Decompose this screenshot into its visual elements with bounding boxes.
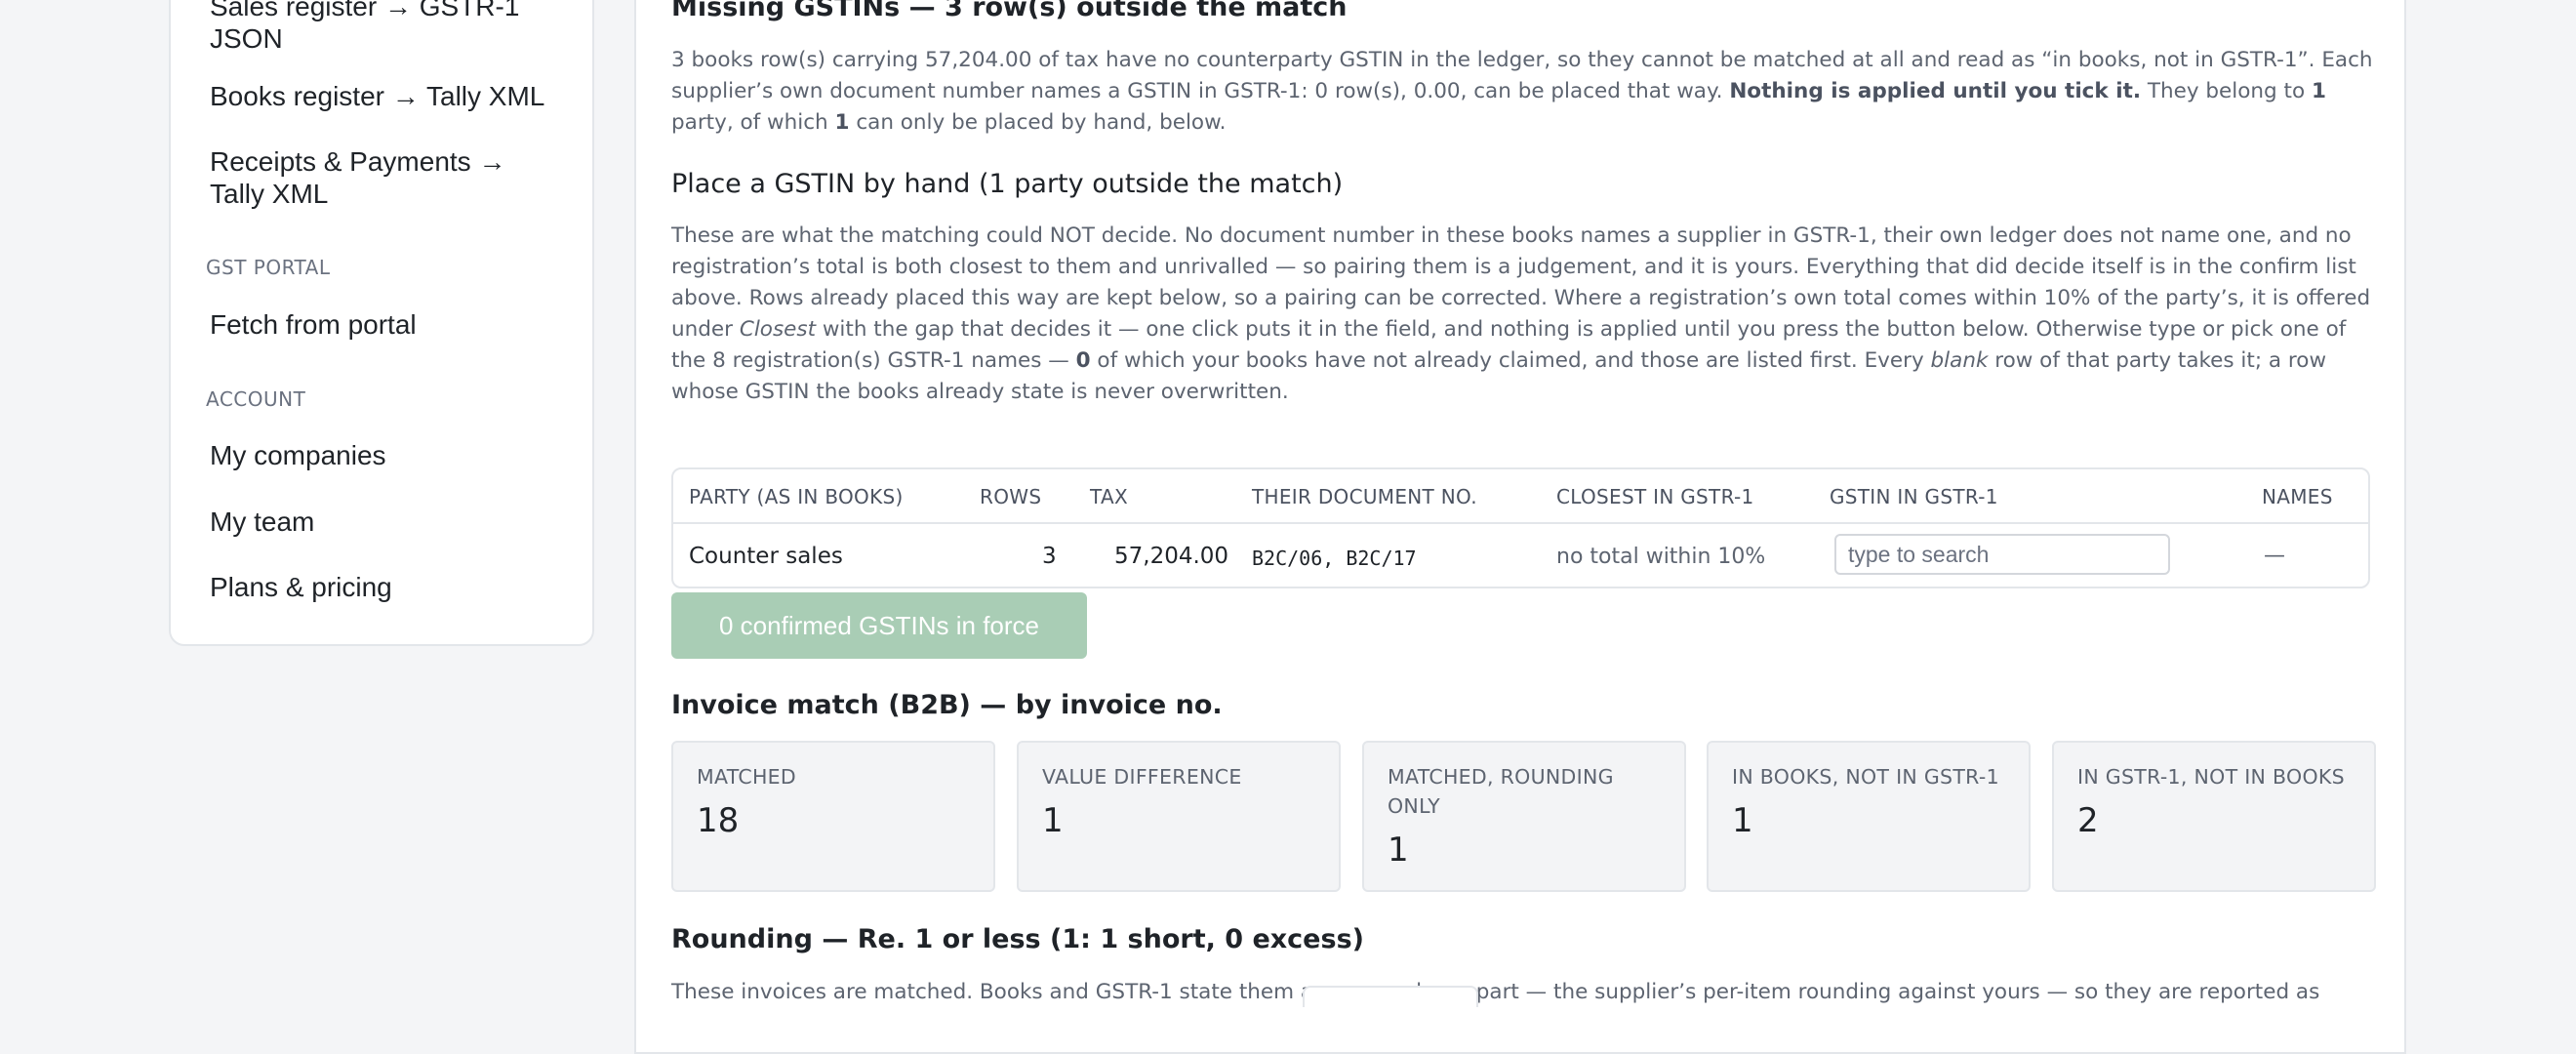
cell-names: — [2264, 544, 2285, 568]
invoice-match-heading: Invoice match (B2B) — by invoice no. [671, 690, 1223, 720]
confirmed-gstins-button[interactable]: 0 confirmed GSTINs in force [671, 592, 1087, 659]
table-divider [673, 522, 2368, 524]
sidebar-item-fetch-from-portal[interactable]: Fetch from portal [210, 308, 561, 341]
sidebar-item-plans-pricing[interactable]: Plans & pricing [210, 571, 561, 603]
sidebar-item-receipts-payments[interactable]: Receipts & Payments → Tally XML [210, 145, 561, 210]
stat-card-rounding-only: MATCHED, ROUNDING ONLY 1 [1362, 741, 1686, 892]
sidebar-item-label: JSON [210, 23, 283, 54]
sidebar-item-my-companies[interactable]: My companies [210, 439, 561, 471]
stat-label: MATCHED, ROUNDING ONLY [1388, 765, 1614, 818]
sidebar-item-books-register[interactable]: Books register → Tally XML [210, 80, 561, 112]
column-header-rows: ROWS [980, 485, 1042, 508]
stat-value: 2 [2077, 801, 2099, 840]
sidebar-item-my-team[interactable]: My team [210, 506, 561, 538]
missing-gstins-description: 3 books row(s) carrying 57,204.00 of tax… [671, 48, 2373, 135]
rounding-heading: Rounding — Re. 1 or less (1: 1 short, 0 … [671, 924, 1364, 954]
column-header-document-no: THEIR DOCUMENT NO. [1252, 485, 1477, 508]
stat-value: 1 [1732, 801, 1753, 840]
place-by-hand-description: These are what the matching could NOT de… [671, 223, 2371, 404]
stat-card-in-gstr1-not-books: IN GSTR-1, NOT IN BOOKS 2 [2052, 741, 2376, 892]
cell-tax: 57,204.00 [1114, 544, 1229, 569]
stat-card-value-difference: VALUE DIFFERENCE 1 [1017, 741, 1341, 892]
main-panel: Missing GSTINs — 3 row(s) outside the ma… [634, 0, 2406, 1054]
stat-value: 1 [1388, 831, 1409, 870]
place-by-hand-heading: Place a GSTIN by hand (1 party outside t… [671, 169, 1344, 199]
gstin-search-input[interactable] [1834, 534, 2170, 575]
missing-gstins-heading: Missing GSTINs — 3 row(s) outside the ma… [671, 0, 1348, 22]
stat-label: VALUE DIFFERENCE [1042, 765, 1242, 789]
cell-party: Counter sales [689, 544, 843, 569]
stat-value: 1 [1042, 801, 1064, 840]
stat-label: IN GSTR-1, NOT IN BOOKS [2077, 765, 2345, 789]
column-header-party: PARTY (AS IN BOOKS) [689, 485, 904, 508]
place-gstin-table: PARTY (AS IN BOOKS) ROWS TAX THEIR DOCUM… [671, 467, 2370, 588]
stat-card-matched: MATCHED 18 [671, 741, 995, 892]
column-header-tax: TAX [1090, 485, 1128, 508]
stat-label: MATCHED [697, 765, 797, 789]
cell-closest: no total within 10% [1556, 545, 1766, 569]
sidebar: Sales register → GSTR-1 JSON Books regis… [169, 0, 594, 646]
partially-visible-control[interactable] [1303, 986, 1478, 1007]
rounding-description: These invoices are matched. Books and GS… [671, 980, 2320, 1004]
sidebar-item-sales-register-gstr1-json[interactable]: Sales register → GSTR-1 JSON [210, 0, 561, 55]
stat-card-in-books-not-gstr1: IN BOOKS, NOT IN GSTR-1 1 [1707, 741, 2031, 892]
column-header-closest: CLOSEST IN GSTR-1 [1556, 485, 1754, 508]
sidebar-section-account: ACCOUNT [206, 387, 306, 411]
stat-value: 18 [697, 801, 740, 840]
cell-document-no: B2C/06, B2C/17 [1252, 547, 1417, 570]
sidebar-item-label: Sales register → GSTR-1 [210, 0, 520, 21]
stat-label: IN BOOKS, NOT IN GSTR-1 [1732, 765, 1999, 789]
column-header-gstin: GSTIN IN GSTR-1 [1830, 485, 1998, 508]
column-header-names: NAMES [2262, 485, 2333, 508]
sidebar-section-gst-portal: GST PORTAL [206, 256, 331, 279]
cell-rows: 3 [1042, 544, 1057, 569]
